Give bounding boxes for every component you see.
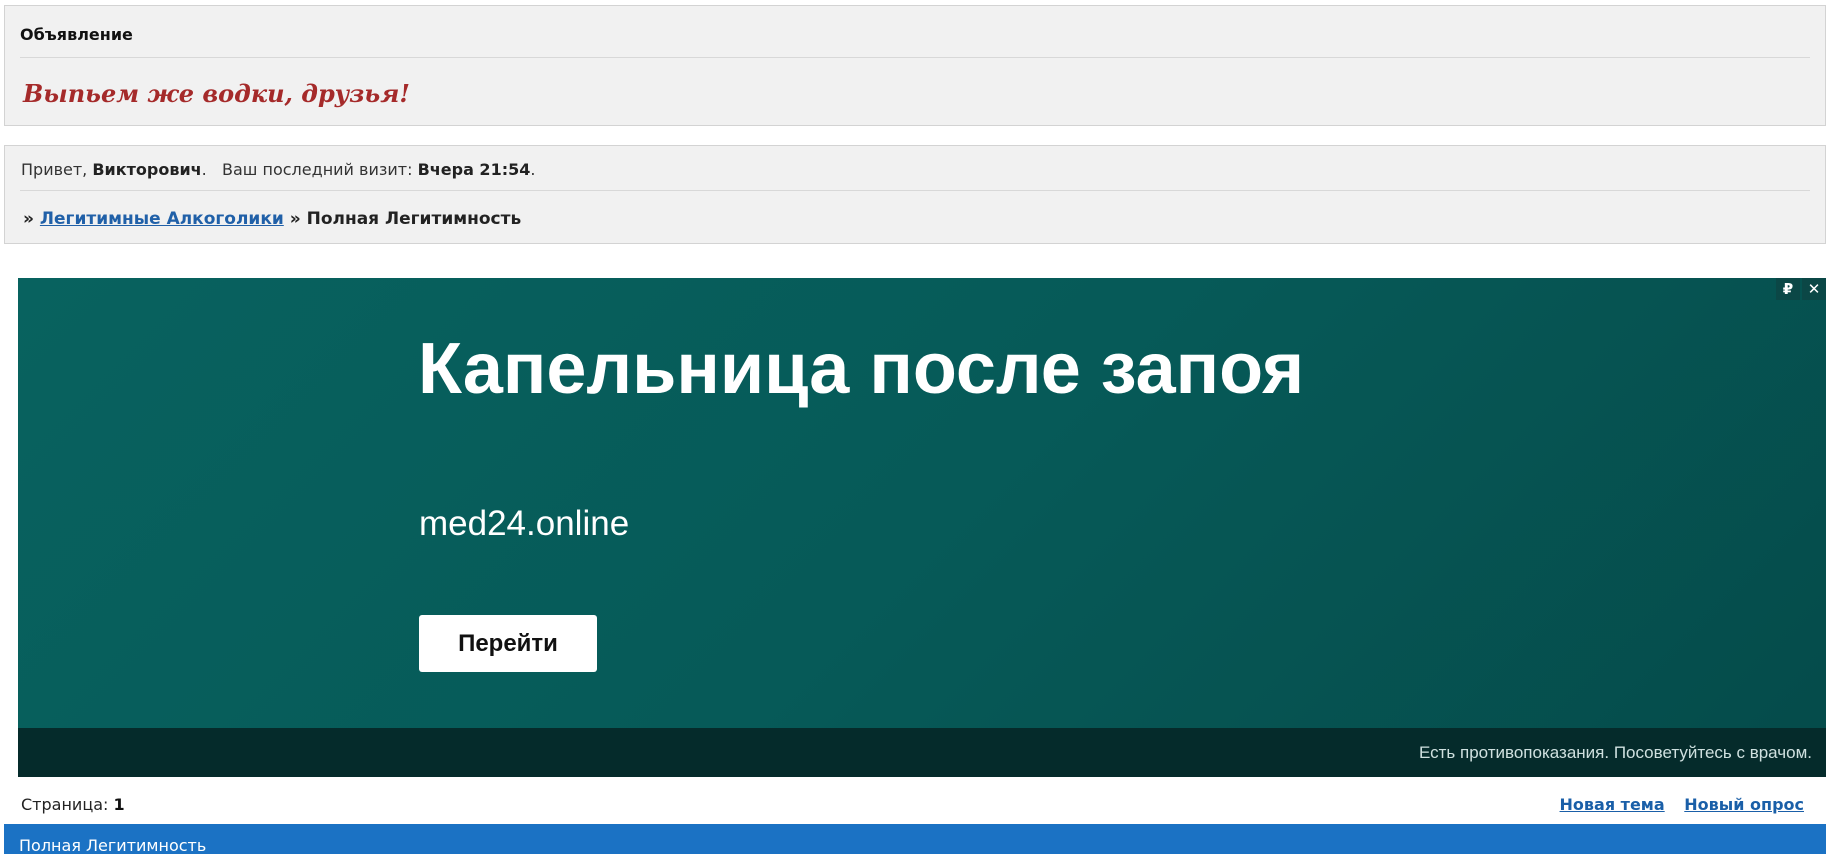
pagination: Страница: 1 <box>21 795 125 814</box>
announcement-heading: Объявление <box>20 25 133 44</box>
ad-disclaimer: Есть противопоказания. Посоветуйтесь с в… <box>1418 743 1812 762</box>
ad-go-button[interactable]: Перейти <box>419 615 597 672</box>
ad-banner[interactable]: ₽ ✕ Капельница после запоя med24.online … <box>18 278 1826 777</box>
new-topic-link[interactable]: Новая тема <box>1560 795 1665 814</box>
breadcrumb-current: Полная Легитимность <box>306 209 522 229</box>
breadcrumb-forum-link[interactable]: Легитимные Алкоголики <box>40 209 284 229</box>
forum-header-bar: Полная Легитимность <box>4 824 1826 855</box>
greeting-prefix: Привет, <box>21 160 88 179</box>
ad-title[interactable]: Капельница после запоя <box>418 328 1304 410</box>
welcome-panel: Привет, Викторович. Ваш последний визит:… <box>4 145 1826 244</box>
ad-footer: Есть противопоказания. Посоветуйтесь с в… <box>18 728 1826 777</box>
current-page: 1 <box>113 795 125 814</box>
breadcrumb: » Легитимные Алкоголики » Полная Легитим… <box>23 209 521 229</box>
announcement-message: Выпьем же водки, друзья! <box>23 79 410 108</box>
ad-domain[interactable]: med24.online <box>419 504 629 544</box>
topic-actions: Новая тема Новый опрос <box>1546 795 1804 814</box>
divider <box>20 190 1810 191</box>
last-visit-value: Вчера 21:54 <box>417 160 531 179</box>
ruble-icon[interactable]: ₽ <box>1776 278 1800 300</box>
announcement-panel: Объявление Выпьем же водки, друзья! <box>4 5 1826 126</box>
welcome-line: Привет, Викторович. Ваш последний визит:… <box>21 160 536 179</box>
new-poll-link[interactable]: Новый опрос <box>1684 795 1804 814</box>
breadcrumb-separator: » <box>23 209 34 229</box>
close-icon[interactable]: ✕ <box>1802 278 1826 300</box>
divider <box>20 57 1810 58</box>
pagination-label: Страница: <box>21 795 109 814</box>
username: Викторович <box>92 160 202 179</box>
forum-title: Полная Легитимность <box>19 836 207 855</box>
breadcrumb-separator: » <box>289 209 301 229</box>
last-visit-label: Ваш последний визит: <box>222 160 413 179</box>
